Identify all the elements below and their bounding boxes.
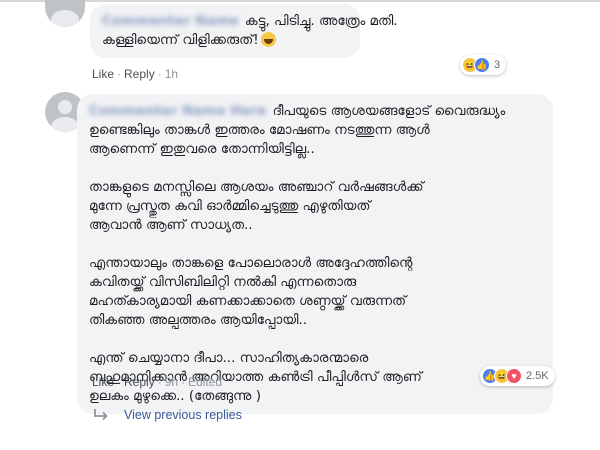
reaction-summary[interactable]: 👍 😆 ♥ 2.5K — [480, 366, 555, 386]
like-link[interactable]: Like — [92, 375, 114, 389]
comment-bubble: Commenter Name Here ദീപയുടെ ആശയങ്ങളോട് വൈ… — [77, 94, 553, 414]
love-icon: ♥ — [506, 368, 522, 384]
author-name[interactable]: Commenter Name — [102, 12, 239, 31]
reply-arrow-icon — [94, 409, 108, 421]
timestamp[interactable]: 9h — [165, 375, 178, 389]
reaction-count: 3 — [494, 59, 501, 71]
reply-link[interactable]: Reply — [124, 67, 155, 81]
author-name[interactable]: Commenter Name Here — [89, 102, 267, 121]
laughing-emoji-icon — [260, 32, 276, 47]
avatar[interactable] — [45, 0, 85, 27]
like-link[interactable]: Like — [92, 67, 114, 81]
comment-paragraph: എന്തായാലും താങ്കളെ പോലൊരാൾ അദ്ദേഹത്തിന്റ… — [89, 255, 413, 328]
comment-bubble: Commenter Name കട്ടു, പിടിച്ചു. അത്രേം മത… — [90, 4, 398, 58]
view-previous-replies[interactable]: View previous replies — [92, 408, 242, 422]
reaction-count: 2.5K — [526, 370, 549, 382]
reply-link[interactable]: Reply — [124, 375, 155, 389]
top-border — [0, 0, 600, 2]
comment-actions: Like · Reply · 9h · Edited — [92, 375, 223, 389]
comment-paragraph: Commenter Name Here ദീപയുടെ ആശയങ്ങളോട് വൈ… — [89, 102, 506, 157]
comment-paragraph: താങ്കളുടെ മനസ്സിലെ ആശയം അഞ്ചാറ് വർഷങ്ങൾക… — [89, 179, 424, 233]
comment-text-line: Commenter Name കട്ടു, പിടിച്ചു. അത്രേം മത… — [102, 12, 398, 31]
view-previous-replies-label[interactable]: View previous replies — [124, 408, 242, 422]
timestamp[interactable]: 1h — [165, 67, 178, 81]
comment-actions: Like · Reply · 1h — [92, 67, 179, 81]
like-icon: 👍 — [474, 57, 490, 73]
reaction-summary[interactable]: 😆 👍 3 — [460, 55, 507, 75]
edited-label[interactable]: Edited — [188, 375, 222, 389]
comment-text-line: കള്ളിയെന്ന് വിളിക്കരുത്! — [102, 31, 348, 50]
